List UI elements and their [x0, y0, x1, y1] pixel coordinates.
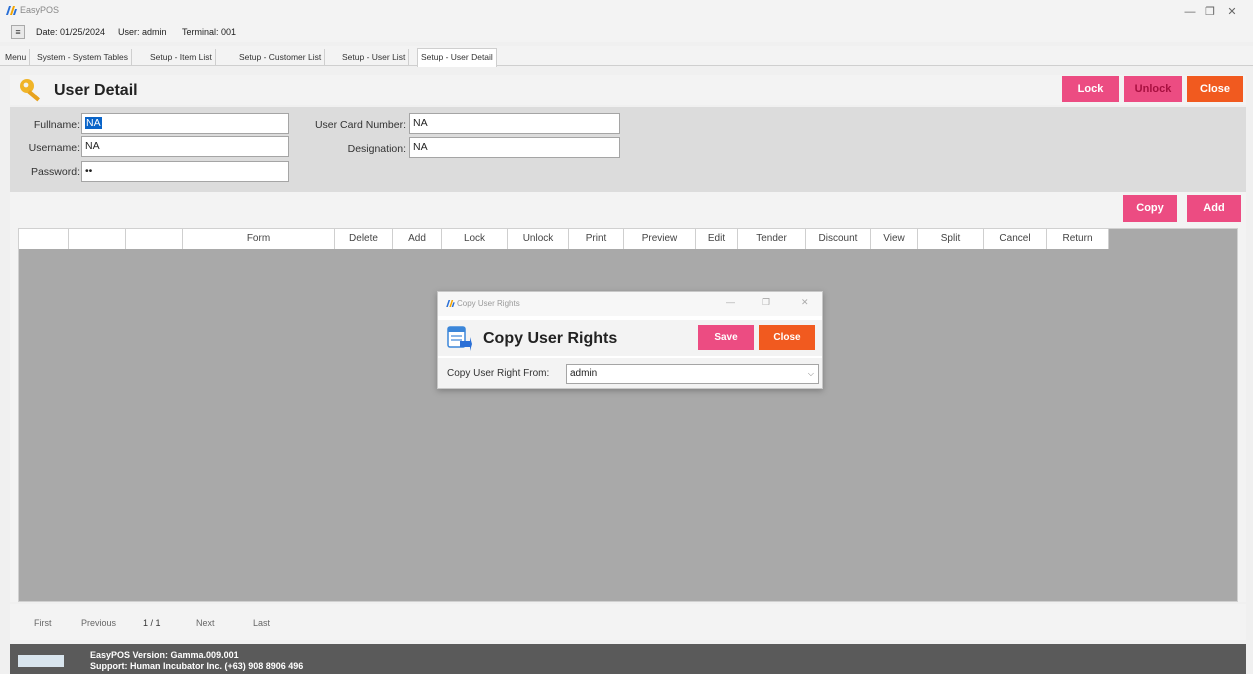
dialog-minimize-button[interactable]: —: [726, 297, 735, 307]
dialog-heading: Copy User Rights: [483, 330, 618, 347]
column-header-lock[interactable]: Lock: [442, 229, 508, 249]
column-header-cancel[interactable]: Cancel: [984, 229, 1047, 249]
chevron-down-icon[interactable]: ⌵: [808, 365, 814, 383]
support-text: Support: Human Incubator Inc. (+63) 908 …: [90, 661, 304, 671]
column-header-delete[interactable]: Delete: [335, 229, 393, 249]
username-field[interactable]: NA: [81, 136, 289, 157]
status-footer: EasyPOS Version: Gamma.009.001 Support: …: [10, 644, 1246, 674]
dialog-window-title: Copy User Rights: [457, 299, 520, 308]
date-text: Date: 01/25/2024: [36, 27, 106, 37]
window-title-bar: EasyPOS — ❐ ✕: [0, 0, 1253, 22]
dialog-body: Copy User Right From: admin ⌵: [438, 358, 822, 388]
unlock-button[interactable]: Unlock: [1124, 76, 1182, 102]
app-title: EasyPOS: [20, 5, 60, 15]
fullname-label: Fullname:: [33, 119, 80, 131]
password-field[interactable]: ••: [81, 161, 289, 182]
last-page-button[interactable]: Last: [253, 618, 270, 628]
column-header-add[interactable]: Add: [393, 229, 442, 249]
copy-from-value: admin: [570, 368, 598, 379]
tab-menu[interactable]: Menu: [2, 49, 31, 65]
lock-button[interactable]: Lock: [1062, 76, 1119, 102]
rights-grid[interactable]: Form Delete Add Lock Unlock Print Previe…: [18, 228, 1238, 602]
page-title: User Detail: [54, 82, 138, 99]
tab-user-list[interactable]: Setup - User List: [339, 49, 410, 65]
menu-toggle-button[interactable]: ≡: [11, 25, 25, 39]
grid-header: Form Delete Add Lock Unlock Print Previe…: [19, 229, 1109, 249]
first-page-button[interactable]: First: [34, 618, 52, 628]
copy-table-icon: [447, 326, 472, 351]
column-header-view[interactable]: View: [871, 229, 918, 249]
add-button[interactable]: Add: [1187, 195, 1241, 222]
dialog-window-close-button[interactable]: ✕: [801, 297, 809, 308]
key-icon: [20, 79, 40, 102]
previous-page-button[interactable]: Previous: [81, 618, 116, 628]
password-label: Password:: [30, 166, 80, 178]
copy-button[interactable]: Copy: [1123, 195, 1177, 222]
rights-grid-panel: Copy Add Form Delete Add Lock Unlock Pri…: [10, 192, 1246, 602]
column-header-return[interactable]: Return: [1047, 229, 1109, 249]
designation-field[interactable]: NA: [409, 137, 620, 158]
tab-system-tables[interactable]: System - System Tables: [34, 49, 133, 65]
dialog-header: Copy User Rights Save Close: [438, 320, 822, 356]
column-header[interactable]: [69, 229, 126, 249]
card-number-field[interactable]: NA: [409, 113, 620, 134]
dialog-close-button[interactable]: Close: [759, 325, 815, 350]
tab-item-list[interactable]: Setup - Item List: [147, 49, 216, 65]
session-info-bar: ≡ Date: 01/25/2024 User: admin Terminal:…: [0, 22, 1253, 42]
tab-user-detail[interactable]: Setup - User Detail: [417, 48, 497, 67]
close-button[interactable]: Close: [1187, 76, 1243, 102]
company-logo: [18, 655, 64, 667]
column-header-edit[interactable]: Edit: [696, 229, 738, 249]
column-header-discount[interactable]: Discount: [806, 229, 871, 249]
copy-user-rights-dialog: Copy User Rights — ❐ ✕ Copy User Rights …: [437, 291, 823, 389]
fullname-value: NA: [85, 117, 102, 129]
designation-label: Designation:: [347, 143, 406, 155]
copy-from-label: Copy User Right From:: [447, 368, 550, 379]
dialog-title-bar: Copy User Rights — ❐ ✕: [438, 292, 822, 316]
column-header-print[interactable]: Print: [569, 229, 624, 249]
tab-bar: Menu System - System Tables Setup - Item…: [0, 46, 1253, 67]
version-text: EasyPOS Version: Gamma.009.001: [90, 650, 239, 660]
card-number-label: User Card Number:: [314, 119, 406, 131]
column-header-split[interactable]: Split: [918, 229, 984, 249]
save-button[interactable]: Save: [698, 325, 754, 350]
username-label: Username:: [28, 142, 80, 154]
user-text: User: admin: [118, 27, 167, 37]
terminal-text: Terminal: 001: [182, 27, 237, 37]
column-header-form[interactable]: Form: [183, 229, 335, 249]
user-form: Fullname: NA Username: NA Password: •• U…: [10, 107, 1246, 192]
column-header[interactable]: [126, 229, 183, 249]
window-close-button[interactable]: ✕: [1218, 4, 1246, 20]
fullname-field[interactable]: NA: [81, 113, 289, 134]
easypos-logo-icon: [6, 6, 17, 15]
page-indicator: 1 / 1: [143, 618, 161, 628]
column-header[interactable]: [19, 229, 69, 249]
column-header-unlock[interactable]: Unlock: [508, 229, 569, 249]
easypos-logo-icon: [446, 300, 455, 307]
page-header: User Detail Lock Unlock Close: [10, 75, 1246, 105]
tab-customer-list[interactable]: Setup - Customer List: [236, 49, 326, 65]
copy-from-select[interactable]: admin ⌵: [566, 364, 819, 384]
next-page-button[interactable]: Next: [196, 618, 215, 628]
column-header-tender[interactable]: Tender: [738, 229, 806, 249]
column-header-preview[interactable]: Preview: [624, 229, 696, 249]
dialog-restore-button[interactable]: ❐: [762, 297, 770, 308]
pager: First Previous 1 / 1 Next Last: [10, 604, 1246, 640]
